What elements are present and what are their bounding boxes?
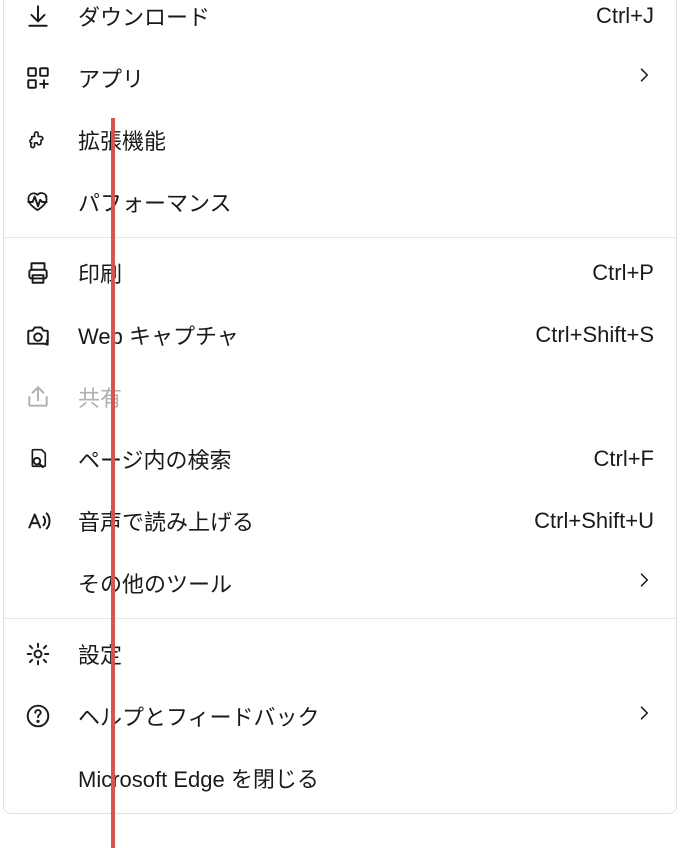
menu-item-label: その他のツール bbox=[78, 567, 634, 599]
menu-item-label: ページ内の検索 bbox=[78, 443, 594, 475]
chevron-right-icon bbox=[634, 703, 654, 729]
menu-item-apps[interactable]: アプリ bbox=[4, 47, 676, 109]
menu-divider bbox=[4, 618, 676, 619]
heartbeat-icon bbox=[24, 188, 52, 216]
gear-icon bbox=[24, 640, 52, 668]
menu-item-label: 共有 bbox=[78, 381, 654, 413]
readaloud-icon bbox=[24, 507, 52, 535]
download-icon bbox=[24, 2, 52, 30]
menu-item-shortcut: Ctrl+Shift+U bbox=[534, 508, 654, 534]
menu-item-label: パフォーマンス bbox=[78, 186, 654, 218]
menu-item-label: 拡張機能 bbox=[78, 124, 654, 156]
menu-item-label: 印刷 bbox=[78, 257, 592, 289]
blank-icon bbox=[24, 569, 52, 597]
browser-menu: ダウンロード Ctrl+J アプリ 拡張機能 パフォーマンス 印刷 Ctrl+P bbox=[3, 0, 677, 814]
printer-icon bbox=[24, 259, 52, 287]
find-icon bbox=[24, 445, 52, 473]
blank-icon bbox=[24, 764, 52, 792]
menu-item-label: アプリ bbox=[78, 62, 634, 94]
menu-item-label: ダウンロード bbox=[78, 0, 596, 32]
menu-item-label: Web キャプチャ bbox=[78, 319, 535, 351]
chevron-right-icon bbox=[634, 65, 654, 91]
menu-item-shortcut: Ctrl+Shift+S bbox=[535, 322, 654, 348]
menu-item-shortcut: Ctrl+P bbox=[592, 260, 654, 286]
menu-item-close[interactable]: Microsoft Edge を閉じる bbox=[4, 747, 676, 809]
menu-item-shortcut: Ctrl+F bbox=[594, 446, 655, 472]
menu-item-label: 設定 bbox=[78, 638, 654, 670]
menu-item-label: Microsoft Edge を閉じる bbox=[78, 762, 654, 794]
chevron-right-icon bbox=[634, 570, 654, 596]
menu-item-shortcut: Ctrl+J bbox=[596, 3, 654, 29]
menu-item-extensions[interactable]: 拡張機能 bbox=[4, 109, 676, 171]
share-icon bbox=[24, 383, 52, 411]
menu-item-label: ヘルプとフィードバック bbox=[78, 700, 634, 732]
menu-divider bbox=[4, 237, 676, 238]
help-icon bbox=[24, 702, 52, 730]
menu-item-print[interactable]: 印刷 Ctrl+P bbox=[4, 242, 676, 304]
menu-item-label: 音声で読み上げる bbox=[78, 505, 534, 537]
menu-item-share: 共有 bbox=[4, 366, 676, 428]
puzzle-icon bbox=[24, 126, 52, 154]
menu-item-downloads[interactable]: ダウンロード Ctrl+J bbox=[4, 0, 676, 47]
annotation-red-line bbox=[111, 118, 115, 848]
camera-icon bbox=[24, 321, 52, 349]
menu-item-settings[interactable]: 設定 bbox=[4, 623, 676, 685]
menu-item-moretools[interactable]: その他のツール bbox=[4, 552, 676, 614]
menu-item-help[interactable]: ヘルプとフィードバック bbox=[4, 685, 676, 747]
apps-icon bbox=[24, 64, 52, 92]
menu-item-webcapture[interactable]: Web キャプチャ Ctrl+Shift+S bbox=[4, 304, 676, 366]
menu-item-findpage[interactable]: ページ内の検索 Ctrl+F bbox=[4, 428, 676, 490]
menu-item-performance[interactable]: パフォーマンス bbox=[4, 171, 676, 233]
menu-item-readaloud[interactable]: 音声で読み上げる Ctrl+Shift+U bbox=[4, 490, 676, 552]
